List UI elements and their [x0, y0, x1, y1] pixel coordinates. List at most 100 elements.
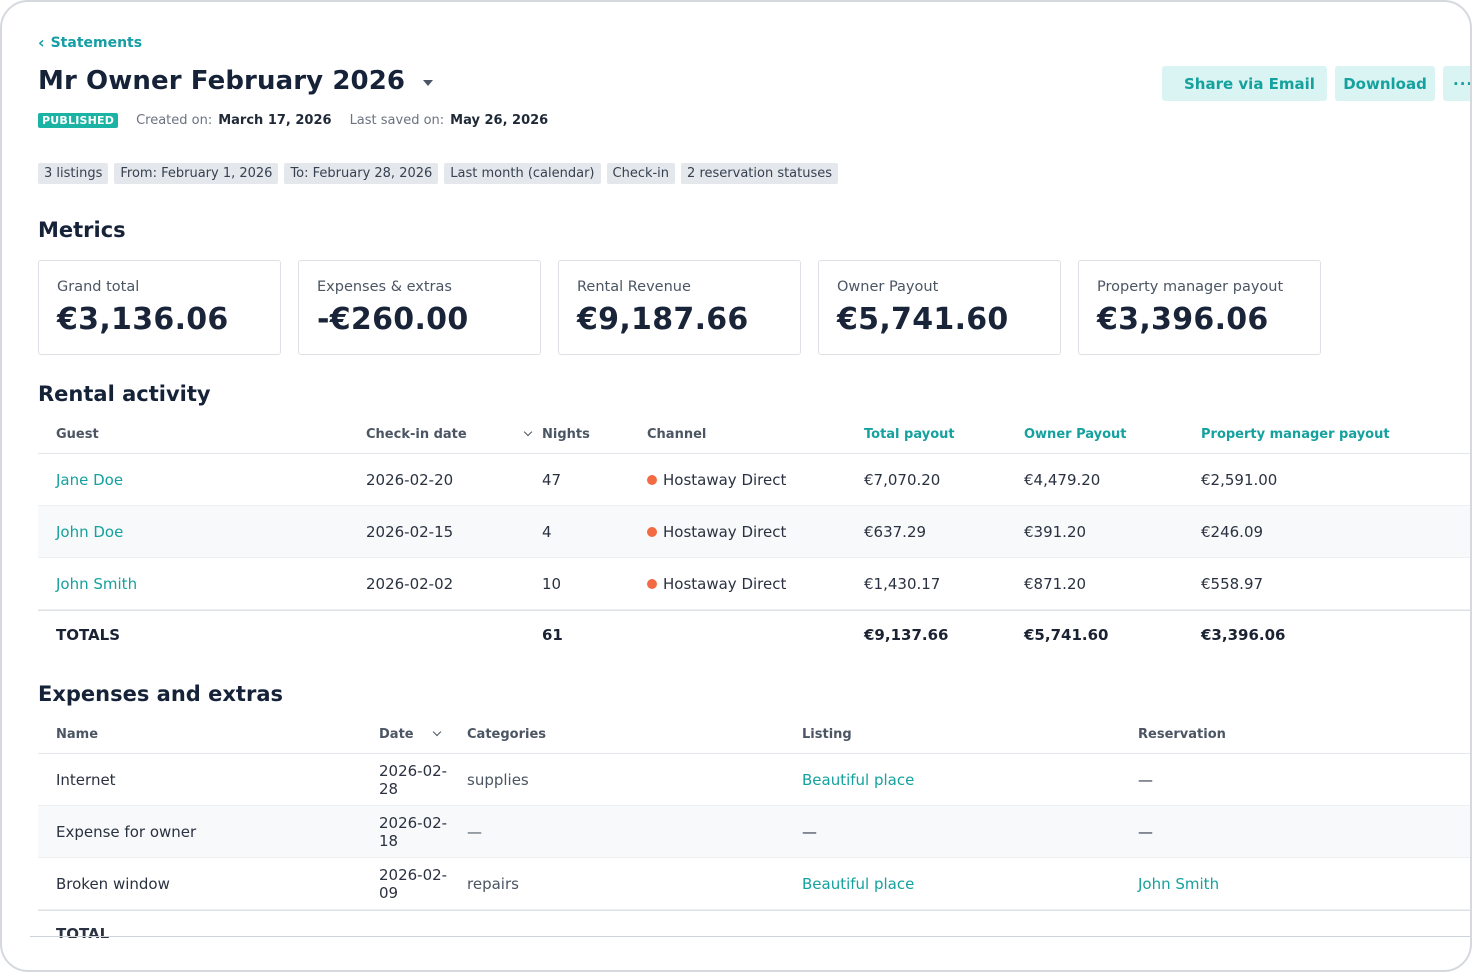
back-to-statements-link[interactable]: ‹ Statements	[38, 33, 143, 52]
channel-dot-icon	[647, 527, 657, 537]
metric-value: €9,187.66	[577, 302, 749, 337]
created-label: Created on:	[136, 113, 213, 128]
download-button[interactable]: Download	[1335, 66, 1435, 101]
col-checkin-label: Check-in date	[366, 427, 467, 442]
table-row: Jane Doe 2026-02-20 47 Hostaway Direct €…	[38, 454, 1470, 506]
total-payout: €637.29	[864, 523, 927, 541]
col-guest[interactable]: Guest	[56, 427, 99, 442]
table-header: Name Date Categories Listing Reservation	[38, 718, 1470, 754]
col-listing[interactable]: Listing	[802, 727, 852, 742]
expenses-table: Name Date Categories Listing Reservation…	[38, 718, 1470, 938]
page-title: Mr Owner February 2026	[38, 66, 406, 96]
filter-chip-to[interactable]: To: February 28, 2026	[284, 163, 439, 184]
col-date[interactable]: Date	[379, 727, 441, 742]
filter-chips: 3 listings From: February 1, 2026 To: Fe…	[38, 163, 839, 184]
owner-payout: €4,479.20	[1024, 471, 1101, 489]
filter-chip-statuses[interactable]: 2 reservation statuses	[681, 163, 839, 184]
metric-label: Expenses & extras	[317, 279, 452, 295]
metric-label: Property manager payout	[1097, 279, 1284, 295]
expense-category: repairs	[467, 875, 519, 893]
checkin-date: 2026-02-15	[366, 523, 454, 541]
saved-label: Last saved on:	[349, 113, 445, 128]
expenses-heading: Expenses and extras	[38, 682, 283, 706]
channel: Hostaway Direct	[647, 575, 786, 593]
metric-label: Rental Revenue	[577, 279, 691, 295]
table-row: Internet 2026-02-28 supplies Beautiful p…	[38, 754, 1470, 806]
col-channel[interactable]: Channel	[647, 427, 706, 442]
metric-card-expenses: Expenses & extras -€260.00	[298, 260, 541, 355]
channel-label: Hostaway Direct	[663, 523, 787, 541]
reservation-link[interactable]: John Smith	[1138, 875, 1219, 893]
col-categories[interactable]: Categories	[467, 727, 546, 742]
col-reservation[interactable]: Reservation	[1138, 727, 1226, 742]
expense-date: 2026-02-09	[379, 866, 448, 902]
table-header: Guest Check-in date Nights Channel Total…	[38, 418, 1470, 454]
listing-link[interactable]: Beautiful place	[802, 771, 914, 789]
channel-dot-icon	[647, 579, 657, 589]
metric-card-owner-payout: Owner Payout €5,741.60	[818, 260, 1061, 355]
totals-pm-payout: €3,396.06	[1201, 626, 1286, 644]
col-checkin-date[interactable]: Check-in date	[366, 427, 532, 442]
statement-page: ‹ Statements Mr Owner February 2026 PUBL…	[38, 2, 1470, 938]
chevron-left-icon: ‹	[38, 33, 45, 52]
caret-down-icon[interactable]	[423, 80, 434, 86]
more-options-button[interactable]: ···	[1443, 66, 1470, 101]
guest-link[interactable]: Jane Doe	[56, 471, 123, 489]
channel-label: Hostaway Direct	[663, 471, 787, 489]
title-row: Mr Owner February 2026	[38, 66, 434, 96]
checkin-date: 2026-02-20	[366, 471, 454, 489]
col-owner-payout[interactable]: Owner Payout	[1024, 427, 1127, 442]
metric-value: €3,136.06	[57, 302, 229, 337]
owner-payout: €391.20	[1024, 523, 1087, 541]
reservation: —	[1138, 823, 1153, 841]
listing-link[interactable]: Beautiful place	[802, 875, 914, 893]
table-row: John Doe 2026-02-15 4 Hostaway Direct €6…	[38, 506, 1470, 558]
expense-date: 2026-02-18	[379, 814, 448, 850]
totals-total-payout: €9,137.66	[864, 626, 949, 644]
statement-meta: PUBLISHED Created on: March 17, 2026 Las…	[38, 113, 548, 128]
header-actions: Share via Email Download ···	[1162, 66, 1470, 101]
col-name[interactable]: Name	[56, 727, 98, 742]
pm-payout: €246.09	[1201, 523, 1264, 541]
nights: 47	[542, 471, 562, 489]
rental-activity-table: Guest Check-in date Nights Channel Total…	[38, 418, 1470, 658]
total-payout: €7,070.20	[864, 471, 941, 489]
col-nights[interactable]: Nights	[542, 427, 590, 442]
channel-label: Hostaway Direct	[663, 575, 787, 593]
totals-row: TOTAL	[38, 910, 1470, 938]
pm-payout: €558.97	[1201, 575, 1264, 593]
metric-card-pm-payout: Property manager payout €3,396.06	[1078, 260, 1321, 355]
saved-value: May 26, 2026	[450, 113, 549, 128]
created-value: March 17, 2026	[218, 113, 332, 128]
filter-chip-listings[interactable]: 3 listings	[38, 163, 109, 184]
totals-label: TOTALS	[56, 626, 121, 644]
channel: Hostaway Direct	[647, 523, 786, 541]
table-row: Expense for owner 2026-02-18 — — —	[38, 806, 1470, 858]
expense-name: Expense for owner	[56, 823, 197, 841]
nights: 4	[542, 523, 552, 541]
total-payout: €1,430.17	[864, 575, 941, 593]
back-link-label: Statements	[50, 35, 143, 51]
pm-payout: €2,591.00	[1201, 471, 1278, 489]
guest-link[interactable]: John Doe	[56, 523, 123, 541]
metrics-cards: Grand total €3,136.06 Expenses & extras …	[38, 260, 1321, 355]
app-window: ‹ Statements Mr Owner February 2026 PUBL…	[0, 0, 1472, 972]
share-button-label: Share via Email	[1184, 74, 1315, 93]
filter-chip-from[interactable]: From: February 1, 2026	[114, 163, 279, 184]
channel-dot-icon	[647, 475, 657, 485]
metric-value: €5,741.60	[837, 302, 1009, 337]
guest-link[interactable]: John Smith	[56, 575, 137, 593]
channel: Hostaway Direct	[647, 471, 786, 489]
expense-category: —	[467, 823, 482, 841]
metric-value: -€260.00	[317, 302, 469, 337]
share-via-email-button[interactable]: Share via Email	[1162, 66, 1327, 101]
filter-chip-checkin[interactable]: Check-in	[606, 163, 676, 184]
metric-card-grand-total: Grand total €3,136.06	[38, 260, 281, 355]
nights: 10	[542, 575, 562, 593]
col-pm-payout[interactable]: Property manager payout	[1201, 427, 1390, 442]
metrics-heading: Metrics	[38, 218, 126, 242]
filter-chip-period[interactable]: Last month (calendar)	[444, 163, 601, 184]
col-total-payout[interactable]: Total payout	[864, 427, 955, 442]
reservation: —	[1138, 771, 1153, 789]
metric-label: Grand total	[57, 279, 140, 295]
